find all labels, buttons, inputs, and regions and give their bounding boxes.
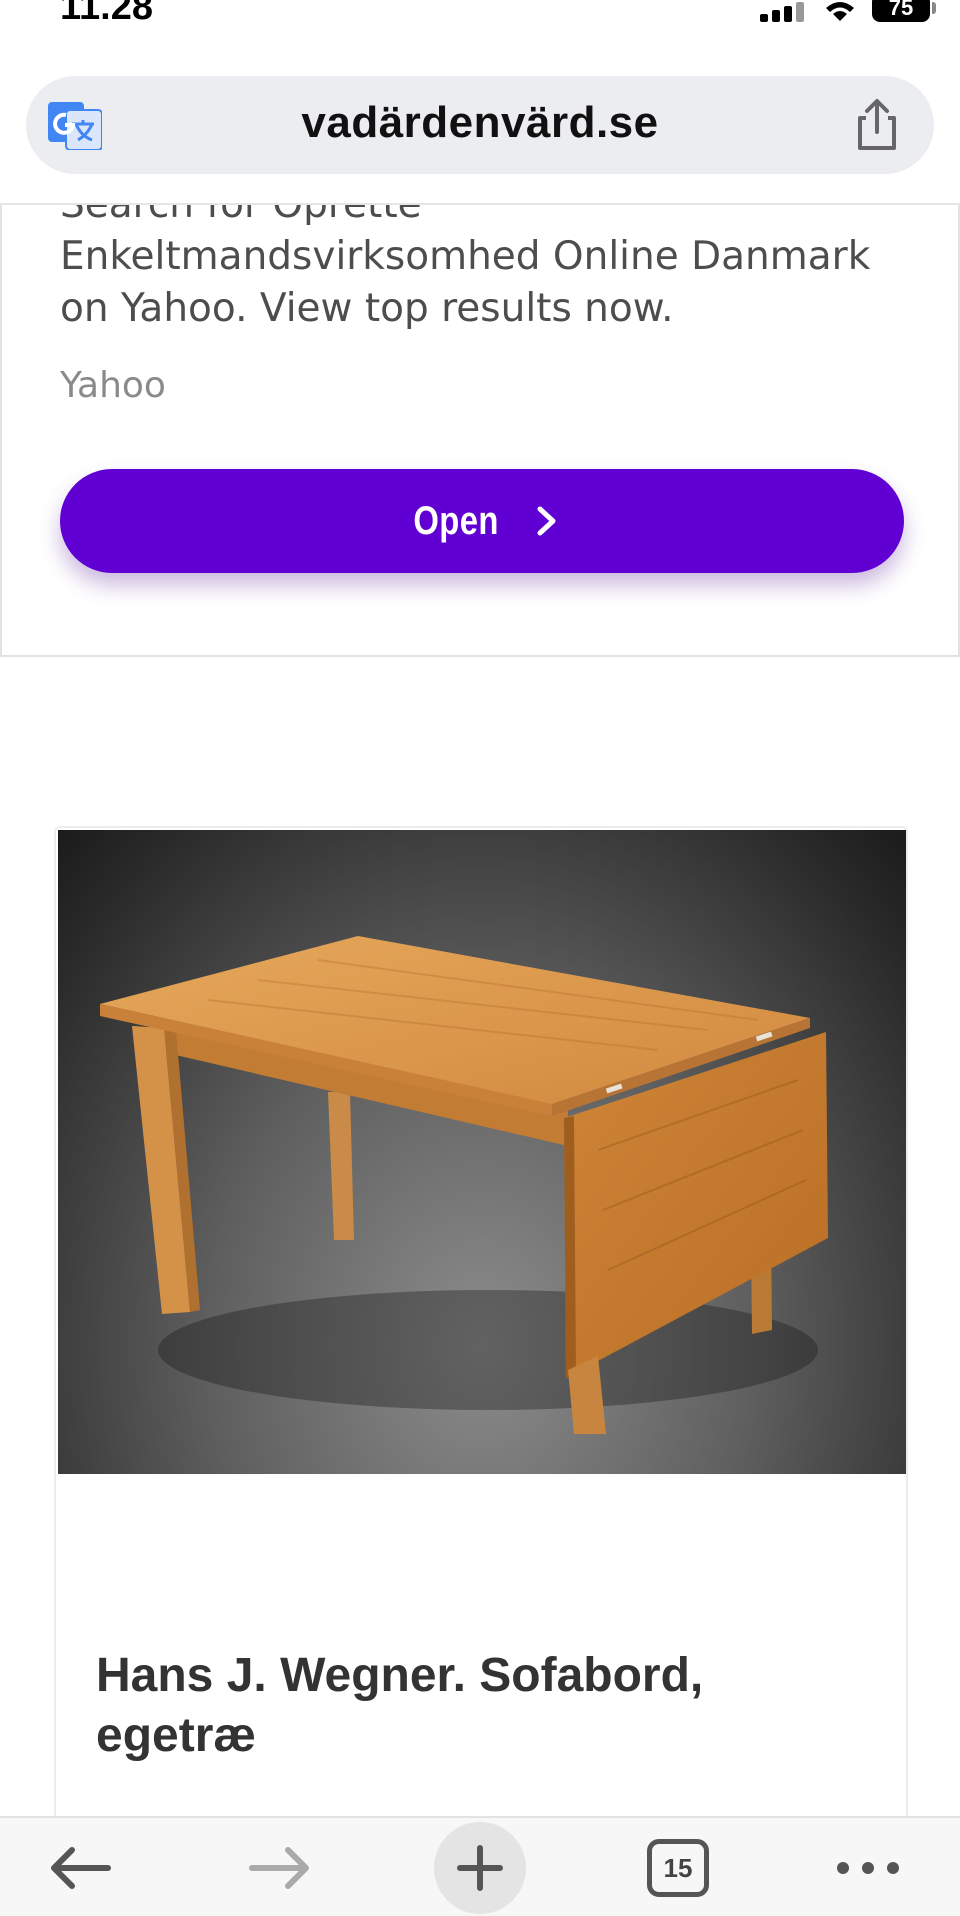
open-button[interactable]: Open xyxy=(60,469,904,573)
forward-arrow-icon xyxy=(249,1847,309,1889)
open-button-label: Open xyxy=(413,498,499,543)
cellular-signal-icon xyxy=(760,2,804,22)
product-image[interactable] xyxy=(58,830,906,1474)
more-dots-icon xyxy=(837,1862,899,1874)
back-arrow-icon xyxy=(51,1847,111,1889)
address-bar[interactable]: vadärdenvärd.se xyxy=(26,76,934,174)
coffee-table-photo xyxy=(100,936,828,1434)
url-domain[interactable]: vadärdenvärd.se xyxy=(26,98,934,148)
ad-source: Yahoo xyxy=(60,365,166,406)
ad-text-line: on Yahoo. View top results now. xyxy=(60,286,674,331)
product-card[interactable]: Hans J. Wegner. Sofabord, egetræ xyxy=(54,826,908,1916)
ad-description: Search for Oprette Enkeltmandsvirksomhed… xyxy=(60,205,920,335)
product-title[interactable]: Hans J. Wegner. Sofabord, egetræ xyxy=(96,1646,876,1766)
battery-tip xyxy=(932,2,936,14)
forward-button[interactable] xyxy=(240,1826,320,1910)
ad-text-line: Enkeltmandsvirksomhed Online Danmark xyxy=(60,234,871,279)
chevron-right-icon xyxy=(537,506,556,536)
share-icon[interactable] xyxy=(852,98,902,152)
ad-text-line: Search for Oprette xyxy=(60,205,920,231)
status-time: 11.28 xyxy=(60,0,153,28)
battery-indicator: 75 xyxy=(872,0,930,22)
back-button[interactable] xyxy=(40,1826,120,1910)
tab-switcher-button[interactable]: 15 xyxy=(642,1826,714,1910)
tab-count: 15 xyxy=(647,1839,709,1897)
more-button[interactable] xyxy=(818,1826,918,1910)
new-tab-button[interactable] xyxy=(434,1822,526,1914)
wifi-icon xyxy=(826,2,854,21)
ad-card: Search for Oprette Enkeltmandsvirksomhed… xyxy=(0,205,960,657)
bottom-toolbar: 15 xyxy=(0,1816,960,1916)
plus-icon xyxy=(457,1845,503,1891)
status-bar: 11.28 75 xyxy=(0,0,960,40)
